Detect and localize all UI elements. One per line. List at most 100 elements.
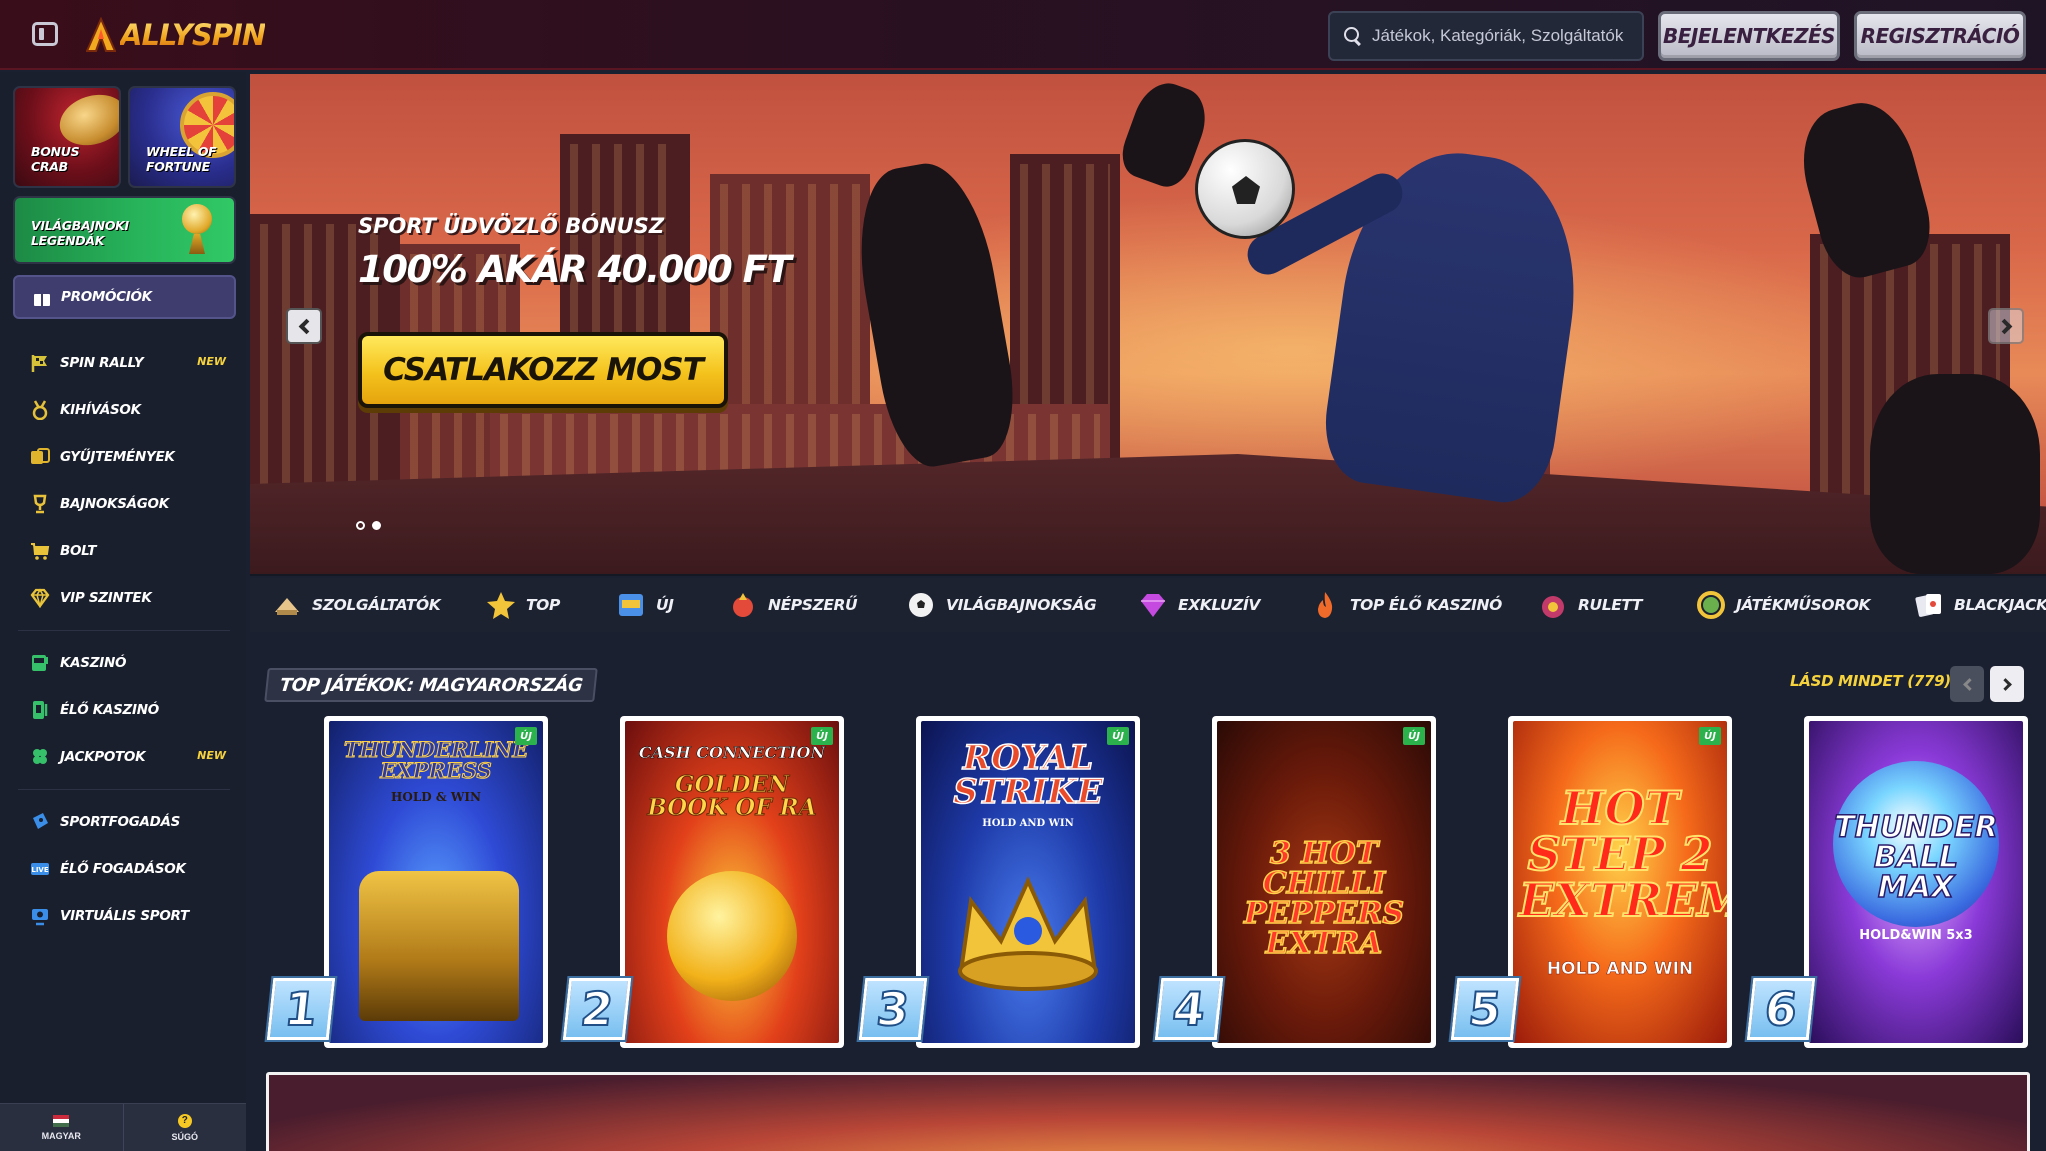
hero-subtitle: SPORT ÜDVÖZLŐ BÓNUSZ <box>358 214 665 238</box>
sidebar-toggle-icon[interactable] <box>32 22 58 46</box>
hero-prev-button[interactable] <box>286 308 322 344</box>
category-top[interactable]: TOP <box>486 590 560 620</box>
category-world-cup[interactable]: VILÁGBAJNOKSÁG <box>906 590 1097 620</box>
secondary-promo-banner[interactable] <box>266 1072 2030 1151</box>
rank-badge: 6 <box>1744 976 1818 1042</box>
sidebar-item-collections[interactable]: GYŰJTEMÉNYEK <box>30 444 230 470</box>
top-bar: ALLYSPIN BEJELENTKEZÉS REGISZTRÁCIÓ <box>0 0 2046 70</box>
sidebar-item-sports-betting[interactable]: SPORTFOGADÁS <box>30 809 230 835</box>
hero-next-button[interactable] <box>1988 308 2024 344</box>
search-input[interactable] <box>1372 26 1642 46</box>
promotions-label: PROMÓCIÓK <box>61 289 152 305</box>
sidebar-item-shop[interactable]: BOLT <box>30 538 230 564</box>
world-cup-legends-tile[interactable]: VILÁGBAJNOKI LEGENDÁK <box>13 196 236 264</box>
logo-text: ALLYSPIN <box>120 18 266 52</box>
bonus-crab-tile[interactable]: BONUS CRAB <box>13 86 121 188</box>
game-art: ROYAL STRIKE HOLD AND WIN ÚJ <box>921 721 1135 1043</box>
sidebar-item-vip[interactable]: VIP SZINTEK <box>30 585 230 611</box>
game-title: HOT STEP 2 EXTREME <box>1518 781 1727 927</box>
sidebar-item-challenges[interactable]: KIHÍVÁSOK <box>30 397 230 423</box>
chevron-left-icon <box>298 318 314 334</box>
register-button[interactable]: REGISZTRÁCIÓ <box>1854 11 2026 61</box>
logo-mark-icon <box>86 17 116 52</box>
category-new[interactable]: ÚJ <box>616 590 674 620</box>
new-badge: NEW <box>197 749 226 762</box>
game-card[interactable]: HOT STEP 2 EXTREME HOLD AND WIN ÚJ <box>1508 716 1732 1048</box>
medal-icon <box>32 400 48 420</box>
slide-indicator <box>356 521 381 530</box>
category-blackjack[interactable]: BLACKJACK <box>1914 590 2046 620</box>
cards-icon <box>1915 594 1941 617</box>
bonus-crab-label: BONUS CRAB <box>31 144 80 174</box>
sidebar-item-virtual-sport[interactable]: VIRTUÁLIS SPORT <box>30 903 230 929</box>
game-card[interactable]: 3 HOT CHILLI PEPPERS EXTRA ÚJ <box>1212 716 1436 1048</box>
sidebar-item-label: SPORTFOGADÁS <box>60 814 181 830</box>
games-next-button[interactable] <box>1990 666 2024 702</box>
chevron-right-icon <box>1998 677 2012 691</box>
category-top-live-casino[interactable]: TOP ÉLŐ KASZINÓ <box>1310 590 1502 620</box>
sidebar-footer: MAGYAR ? SÚGÓ <box>0 1103 246 1151</box>
category-providers[interactable]: SZOLGÁLTATÓK <box>272 590 441 620</box>
sidebar-item-live-betting[interactable]: LIVE ÉLŐ FOGADÁSOK <box>30 856 230 882</box>
sidebar-item-label: SPIN RALLY <box>60 355 144 371</box>
game-subtitle: HOLD&WIN 5x3 <box>1859 928 1973 943</box>
category-label: TOP ÉLŐ KASZINÓ <box>1350 596 1502 614</box>
gem-icon <box>1141 594 1165 617</box>
category-label: TOP <box>526 596 560 614</box>
category-label: BLACKJACK <box>1954 596 2046 614</box>
slide-dot-active[interactable] <box>372 521 381 530</box>
rank-badge: 2 <box>560 976 634 1042</box>
sidebar-item-casino[interactable]: KASZINÓ <box>30 650 230 676</box>
game-card[interactable]: ROYAL STRIKE HOLD AND WIN ÚJ <box>916 716 1140 1048</box>
game-card[interactable]: THUNDERLINE EXPRESS HOLD & WIN ÚJ <box>324 716 548 1048</box>
golden-train-icon <box>359 871 519 1021</box>
rank-badge: 1 <box>264 976 338 1042</box>
logo[interactable]: ALLYSPIN <box>86 14 266 56</box>
sidebar-item-live-casino[interactable]: ÉLŐ KASZINÓ <box>30 697 230 723</box>
help-button[interactable]: ? SÚGÓ <box>124 1104 247 1151</box>
category-exclusive[interactable]: EXKLUZÍV <box>1138 590 1260 620</box>
rally-flag-icon <box>31 355 47 372</box>
join-now-button[interactable]: CSATLAKOZZ MOST <box>358 332 728 408</box>
new-badge: ÚJ <box>1107 727 1129 745</box>
category-label: VILÁGBAJNOKSÁG <box>946 596 1097 614</box>
trophy-icon <box>33 494 47 514</box>
category-game-shows[interactable]: JÁTÉKMŰSOROK <box>1696 590 1871 620</box>
wheel-of-fortune-tile[interactable]: WHEEL OF FORTUNE <box>128 86 236 188</box>
slide-dot[interactable] <box>356 521 365 530</box>
games-prev-button[interactable] <box>1950 666 1984 702</box>
fire-icon <box>1318 592 1333 618</box>
game-art: 3 HOT CHILLI PEPPERS EXTRA ÚJ <box>1217 721 1431 1043</box>
game-card[interactable]: CASH CONNECTION GOLDEN BOOK OF RA ÚJ <box>620 716 844 1048</box>
providers-icon <box>275 598 299 615</box>
rank-badge: 5 <box>1448 976 1522 1042</box>
game-title: THUNDER BALL MAX <box>1833 810 1998 905</box>
wheel-of-fortune-label: WHEEL OF FORTUNE <box>146 144 217 174</box>
login-button[interactable]: BEJELENTKEZÉS <box>1658 11 1840 61</box>
game-card[interactable]: THUNDER BALL MAX HOLD&WIN 5x3 <box>1804 716 2028 1048</box>
see-all-link[interactable]: LÁSD MINDET (779) <box>1790 672 1951 690</box>
promotions-button[interactable]: PROMÓCIÓK <box>13 275 236 319</box>
game-subtitle: CASH CONNECTION <box>638 743 826 762</box>
virtual-sport-icon <box>32 909 48 926</box>
category-label: NÉPSZERŰ <box>768 596 858 614</box>
category-roulette[interactable]: RULETT <box>1538 590 1642 620</box>
hungarian-flag-icon <box>53 1114 70 1127</box>
ticket-icon <box>33 813 48 829</box>
sidebar-item-spin-rally[interactable]: SPIN RALLY NEW <box>30 350 230 376</box>
sidebar-item-jackpots[interactable]: JACKPOTOK NEW <box>30 744 230 770</box>
hero-title: 100% AKÁR 40.000 FT <box>358 248 792 291</box>
diamond-icon <box>30 588 50 608</box>
language-selector[interactable]: MAGYAR <box>0 1104 124 1151</box>
svg-text:LIVE: LIVE <box>31 866 48 874</box>
sidebar-item-label: ÉLŐ KASZINÓ <box>60 702 159 718</box>
game-art: THUNDERLINE EXPRESS HOLD & WIN ÚJ <box>329 721 543 1043</box>
live-casino-icon <box>33 701 48 719</box>
category-popular[interactable]: NÉPSZERŰ <box>728 590 858 620</box>
sidebar-item-label: BOLT <box>60 543 97 559</box>
search-box[interactable] <box>1328 11 1644 61</box>
hero-banner[interactable]: SPORT ÜDVÖZLŐ BÓNUSZ 100% AKÁR 40.000 FT… <box>250 74 2046 576</box>
new-badge: ÚJ <box>1403 727 1425 745</box>
category-label: SZOLGÁLTATÓK <box>312 596 441 614</box>
sidebar-item-tournaments[interactable]: BAJNOKSÁGOK <box>30 491 230 517</box>
